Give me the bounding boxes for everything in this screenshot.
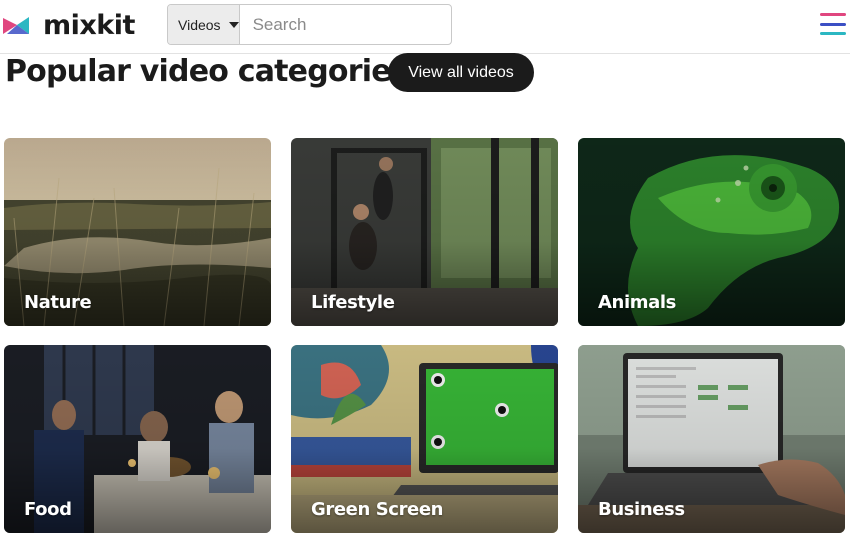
mixkit-logo[interactable]: mixkit xyxy=(3,9,135,41)
search-input[interactable] xyxy=(239,5,451,44)
category-label: Animals xyxy=(598,292,676,313)
category-card-animals[interactable]: Animals xyxy=(578,138,845,326)
category-label: Business xyxy=(598,499,685,520)
section-title: Popular video categories xyxy=(5,54,409,89)
category-card-green-screen[interactable]: Green Screen xyxy=(291,345,558,533)
menu-button[interactable] xyxy=(820,13,846,35)
menu-line-icon xyxy=(820,22,846,26)
category-label: Lifestyle xyxy=(311,292,395,313)
search-category-value: Videos xyxy=(178,16,221,33)
category-card-business[interactable]: Business xyxy=(578,345,845,533)
view-all-videos-button[interactable]: View all videos xyxy=(388,53,534,92)
category-card-nature[interactable]: Nature xyxy=(4,138,271,326)
search-category-select[interactable]: Videos xyxy=(168,5,240,44)
category-label: Nature xyxy=(24,292,92,313)
logo-mark-icon xyxy=(3,17,29,34)
menu-line-icon xyxy=(820,32,846,35)
category-label: Food xyxy=(24,499,72,520)
category-card-food[interactable]: Food xyxy=(4,345,271,533)
caret-down-icon xyxy=(228,21,239,28)
category-label: Green Screen xyxy=(311,499,444,520)
site-header: mixkit Videos xyxy=(0,0,850,54)
menu-line-icon xyxy=(820,13,846,16)
category-card-lifestyle[interactable]: Lifestyle xyxy=(291,138,558,326)
search-bar: Videos xyxy=(167,4,452,45)
logo-text: mixkit xyxy=(43,9,135,41)
